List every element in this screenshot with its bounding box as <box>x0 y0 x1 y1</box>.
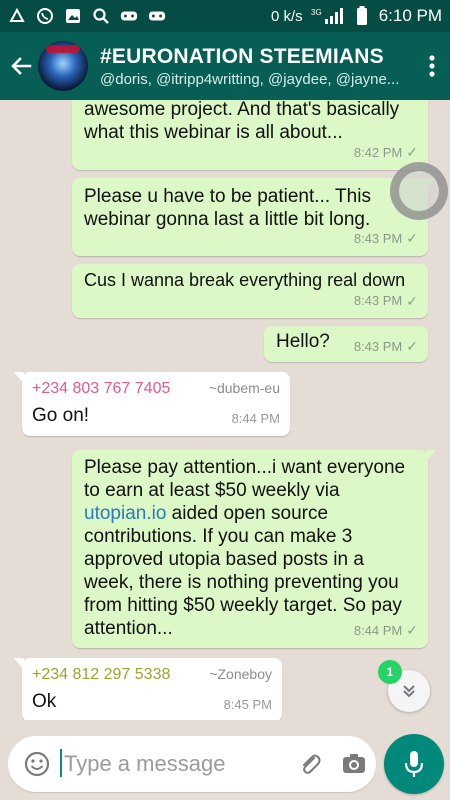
more-vert-icon <box>429 55 435 77</box>
sender-row: +234 812 297 5338 ~Zoneboy <box>32 663 272 686</box>
message-link[interactable]: utopian.io <box>84 503 166 524</box>
clock: 6:10 PM <box>378 6 442 25</box>
message-time: 8:44 PM <box>231 411 280 426</box>
composer-bar: Type a message <box>0 720 450 800</box>
sender-name: ~Zoneboy <box>209 666 272 682</box>
message-meta: 8:43 PM ✓ <box>354 335 418 358</box>
emoji-icon <box>24 751 50 777</box>
message-text: awesome project. And that's basically wh… <box>84 100 400 143</box>
message-input-placeholder: Type a message <box>64 751 226 776</box>
message-meta: 8:44 PM ✓ <box>354 619 418 642</box>
paperclip-icon <box>303 754 321 774</box>
voice-record-button[interactable] <box>384 734 444 794</box>
bubble-tail <box>14 372 24 384</box>
sender-phone[interactable]: +234 803 767 7405 <box>32 377 170 400</box>
chat-title-area[interactable]: #EURONATION STEEMIANS @doris, @itripp4wr… <box>100 45 414 88</box>
status-bar: 0 k/s 3G 6:10 PM <box>0 0 450 32</box>
message-text: Cus I wanna break everything real down <box>84 270 406 290</box>
message-meta: 8:44 PM <box>232 407 280 430</box>
chat-header: #EURONATION STEEMIANS @doris, @itripp4wr… <box>0 32 450 100</box>
message-bubble-incoming[interactable]: +234 803 767 7405 ~dubem-eu Go on! 8:44 … <box>14 372 290 436</box>
check-icon: ✓ <box>406 293 418 309</box>
search-icon <box>92 7 110 25</box>
message-input[interactable]: Type a message <box>60 749 288 777</box>
network-speed: 0 k/s <box>271 7 303 25</box>
game-icon <box>120 7 138 25</box>
message-list[interactable]: awesome project. And that's basically wh… <box>0 100 450 720</box>
overflow-menu-button[interactable] <box>414 32 450 100</box>
bubble-tail <box>14 658 24 670</box>
group-avatar[interactable] <box>38 41 88 91</box>
message-time: 8:45 PM <box>223 697 272 712</box>
sender-name: ~dubem-eu <box>208 380 280 396</box>
message-bubble-outgoing[interactable]: Cus I wanna break everything real down 8… <box>72 264 428 318</box>
check-icon: ✓ <box>406 338 418 354</box>
message-bubble-outgoing[interactable]: Hello? 8:43 PM ✓ <box>264 326 428 362</box>
gallery-icon <box>64 7 82 25</box>
emoji-button[interactable] <box>14 736 60 792</box>
double-chevron-down-icon <box>403 685 415 698</box>
unread-badge: 1 <box>378 660 402 684</box>
group-members: @doris, @itripp4writting, @jaydee, @jayn… <box>100 70 400 88</box>
message-text-part: Please pay attention...i want everyone t… <box>84 457 406 501</box>
attach-button[interactable] <box>288 736 332 792</box>
sender-row: +234 803 767 7405 ~dubem-eu <box>32 377 280 400</box>
back-button[interactable] <box>4 32 38 100</box>
arrow-left-icon <box>11 57 32 75</box>
whatsapp-icon <box>36 7 54 25</box>
app-icon <box>8 7 26 25</box>
message-time: 8:43 PM <box>353 339 403 354</box>
message-time: 8:43 PM <box>353 293 403 308</box>
game-icon-2 <box>148 7 166 25</box>
message-bubble-outgoing[interactable]: Please pay attention...i want everyone t… <box>72 450 436 648</box>
camera-button[interactable] <box>332 736 376 792</box>
signal-icon: 3G <box>311 7 345 25</box>
message-meta: 8:42 PM ✓ <box>354 141 418 164</box>
microphone-icon <box>404 751 424 777</box>
message-bubble-outgoing[interactable]: awesome project. And that's basically wh… <box>72 100 428 170</box>
message-text: Please u have to be patient... This webi… <box>84 186 371 230</box>
message-meta: 8:43 PM ✓ <box>354 290 418 312</box>
message-text: Please pay attention...i want everyone t… <box>84 456 416 640</box>
status-system-icons: 0 k/s 3G 6:10 PM <box>271 6 442 26</box>
composer-field-container: Type a message <box>8 736 376 792</box>
message-meta: 8:45 PM <box>224 693 272 716</box>
camera-icon <box>343 754 365 773</box>
check-icon: ✓ <box>406 622 418 638</box>
message-bubble-incoming[interactable]: +234 812 297 5338 ~Zoneboy Ok 8:45 PM <box>14 658 282 720</box>
message-time: 8:44 PM <box>353 623 403 638</box>
message-time: 8:42 PM <box>353 145 403 160</box>
group-name: #EURONATION STEEMIANS <box>100 44 384 68</box>
message-bubble-outgoing[interactable]: Please u have to be patient... This webi… <box>72 178 436 256</box>
network-type: 3G <box>311 8 322 17</box>
check-icon: ✓ <box>406 230 418 246</box>
message-meta: 8:43 PM ✓ <box>354 227 418 250</box>
bubble-tail <box>426 450 436 462</box>
status-notification-icons <box>8 7 166 25</box>
battery-icon <box>353 6 371 25</box>
touch-indicator <box>390 162 448 220</box>
message-time: 8:43 PM <box>353 231 403 246</box>
check-icon: ✓ <box>406 144 418 160</box>
sender-phone[interactable]: +234 812 297 5338 <box>32 663 170 686</box>
text-cursor <box>60 749 62 777</box>
